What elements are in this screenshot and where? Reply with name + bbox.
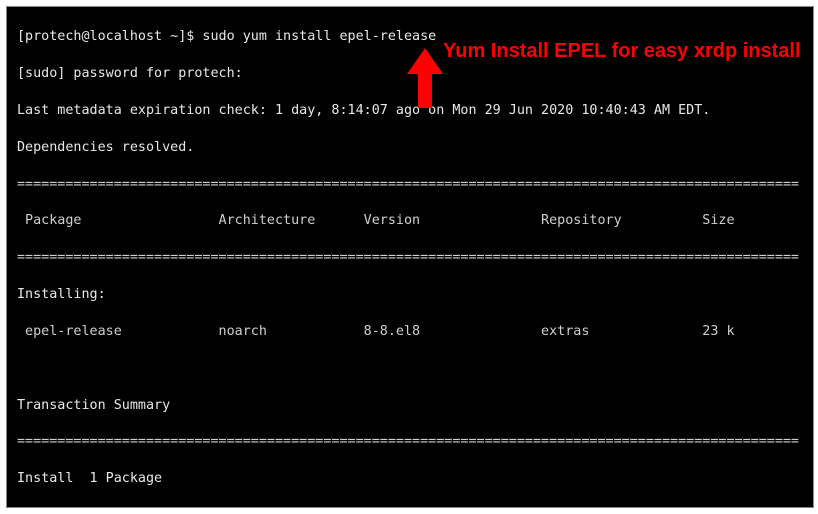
prompt-line: [protech@localhost ~]$ sudo yum install … (17, 28, 803, 46)
table-header-row: Package Architecture Version Repository … (17, 212, 803, 230)
blank-line (17, 507, 803, 508)
rule-line: ========================================… (17, 433, 803, 451)
terminal-content: [protech@localhost ~]$ sudo yum install … (17, 10, 803, 508)
rule-line: ========================================… (17, 176, 803, 194)
rule-line: ========================================… (17, 249, 803, 267)
metadata-expiry-line: Last metadata expiration check: 1 day, 8… (17, 102, 803, 120)
package-row: epel-release noarch 8-8.el8 extras 23 k (17, 323, 803, 341)
deps-resolved-line: Dependencies resolved. (17, 139, 803, 157)
install-count-line: Install 1 Package (17, 470, 803, 488)
installing-header: Installing: (17, 286, 803, 304)
transaction-summary-header: Transaction Summary (17, 397, 803, 415)
sudo-password-line: [sudo] password for protech: (17, 65, 803, 83)
terminal-window[interactable]: [protech@localhost ~]$ sudo yum install … (6, 6, 814, 508)
blank-line (17, 360, 803, 378)
